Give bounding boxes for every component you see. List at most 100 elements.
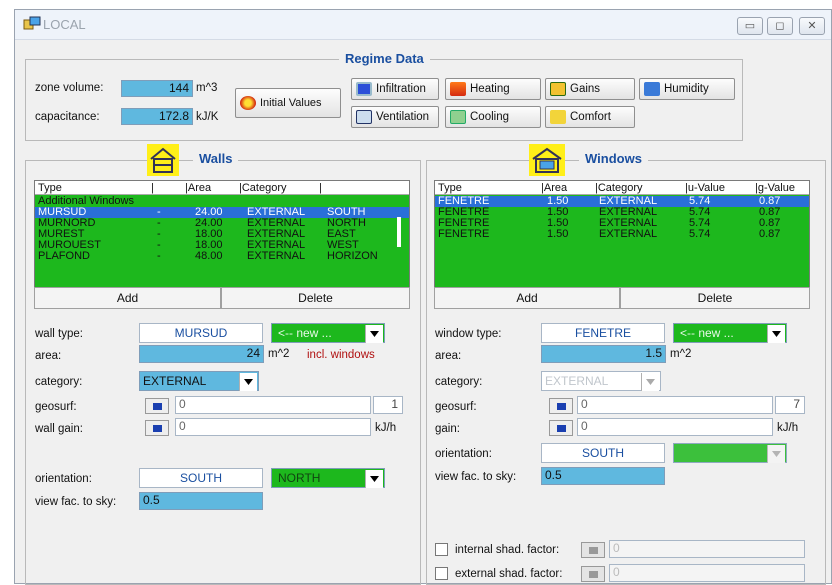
zone-volume-field[interactable]: 144	[121, 80, 193, 97]
window-type-select[interactable]: <-- new ...	[673, 323, 787, 343]
chevron-down-icon[interactable]	[767, 445, 785, 463]
wall-type-field[interactable]: MURSUD	[139, 323, 263, 343]
window-view-fac-label: view fac. to sky:	[435, 471, 517, 483]
ventilation-icon	[356, 110, 372, 124]
wall-gain-unit: kJ/h	[375, 422, 397, 434]
window-gain-label: gain:	[435, 423, 460, 435]
internal-shad-picker-icon[interactable]	[581, 542, 605, 558]
capacitance-unit: kJ/K	[196, 111, 219, 123]
chevron-down-icon[interactable]	[767, 325, 785, 343]
wall-area-field[interactable]: 24	[139, 345, 264, 363]
comfort-icon	[550, 110, 566, 124]
title-bar: LOCAL ▭ ◻ ✕	[15, 10, 831, 40]
initial-values-button[interactable]: Initial Values	[235, 88, 341, 118]
window-geosurf-picker-icon[interactable]	[549, 398, 573, 414]
external-shad-picker-icon[interactable]	[581, 566, 605, 582]
external-shad-label: external shad. factor:	[455, 568, 563, 580]
gains-icon	[550, 82, 566, 96]
regime-data-group	[25, 59, 743, 141]
list-item[interactable]: FENETRE 1.50 EXTERNAL 5.74 0.87	[435, 229, 809, 240]
walls-list-scrollbar[interactable]	[397, 217, 401, 247]
initial-values-icon	[240, 96, 256, 110]
window-area-unit: m^2	[670, 348, 692, 360]
wall-category-label: category:	[35, 376, 83, 388]
walls-title: Walls	[193, 151, 239, 166]
cooling-button[interactable]: Cooling	[445, 106, 541, 128]
internal-shad-checkbox[interactable]	[435, 543, 448, 556]
window-geosurf-field[interactable]: 0	[577, 396, 773, 414]
window-category-select[interactable]: EXTERNAL	[541, 371, 661, 391]
window-area-field[interactable]: 1.5	[541, 345, 666, 363]
cooling-icon	[450, 110, 466, 124]
wall-type-select[interactable]: <-- new ...	[271, 323, 385, 343]
walls-list[interactable]: Type | |Area |Category | Additional Wind…	[34, 180, 410, 288]
window-geosurf-label: geosurf:	[435, 401, 477, 413]
geosurf-picker-icon[interactable]	[145, 398, 169, 414]
windows-add-button[interactable]: Add	[434, 287, 620, 309]
gains-button[interactable]: Gains	[545, 78, 635, 100]
windows-house-icon	[529, 144, 565, 176]
zone-volume-label: zone volume:	[35, 82, 104, 94]
window-view-fac-field[interactable]: 0.5	[541, 467, 665, 485]
walls-house-icon	[147, 144, 179, 176]
chevron-down-icon[interactable]	[641, 373, 659, 391]
wall-gain-label: wall gain:	[35, 423, 83, 435]
window-gain-field[interactable]: 0	[577, 418, 773, 436]
window-orientation-label: orientation:	[435, 448, 492, 460]
windows-list[interactable]: Type |Area |Category |u-Value |g-Value F…	[434, 180, 810, 288]
wall-category-select[interactable]: EXTERNAL	[139, 371, 259, 391]
heating-button[interactable]: Heating	[445, 78, 541, 100]
wall-orientation-select[interactable]: NORTH	[271, 468, 385, 488]
window-gain-picker-icon[interactable]	[549, 420, 573, 436]
wall-view-fac-label: view fac. to sky:	[35, 496, 117, 508]
wall-view-fac-field[interactable]: 0.5	[139, 492, 263, 510]
regime-data-title: Regime Data	[339, 51, 430, 66]
walls-add-button[interactable]: Add	[34, 287, 221, 309]
maximize-button[interactable]: ◻	[767, 17, 793, 35]
window-orientation-field[interactable]: SOUTH	[541, 443, 665, 463]
close-button[interactable]: ✕	[799, 17, 825, 35]
windows-title: Windows	[579, 151, 648, 166]
external-shad-checkbox[interactable]	[435, 567, 448, 580]
app-icon	[23, 16, 41, 30]
window-gain-unit: kJ/h	[777, 422, 799, 434]
window-type-field[interactable]: FENETRE	[541, 323, 665, 343]
wall-orientation-field[interactable]: SOUTH	[139, 468, 263, 488]
wall-orientation-label: orientation:	[35, 473, 92, 485]
chevron-down-icon[interactable]	[365, 470, 383, 488]
wall-gain-field[interactable]: 0	[175, 418, 371, 436]
wall-area-label: area:	[35, 350, 62, 362]
external-shad-field[interactable]: 0	[609, 564, 805, 582]
comfort-button[interactable]: Comfort	[545, 106, 635, 128]
list-item[interactable]: PLAFOND -48.00 EXTERNAL HORIZON	[35, 251, 409, 262]
capacitance-field[interactable]: 172.8	[121, 108, 193, 125]
window-category-label: category:	[435, 376, 483, 388]
heating-icon	[450, 82, 466, 96]
wall-geosurf-label: geosurf:	[35, 401, 77, 413]
humidity-button[interactable]: Humidity	[639, 78, 735, 100]
internal-shad-label: internal shad. factor:	[455, 544, 560, 556]
minimize-button[interactable]: ▭	[737, 17, 763, 35]
chevron-down-icon[interactable]	[365, 325, 383, 343]
wall-geosurf-count: 1	[373, 396, 403, 414]
windows-delete-button[interactable]: Delete	[620, 287, 810, 309]
humidity-icon	[644, 82, 660, 96]
chevron-down-icon[interactable]	[239, 373, 257, 391]
wall-geosurf-field[interactable]: 0	[175, 396, 371, 414]
ventilation-button[interactable]: Ventilation	[351, 106, 439, 128]
capacitance-label: capacitance:	[35, 111, 100, 123]
wall-type-label: wall type:	[35, 328, 83, 340]
windows-list-header: Type |Area |Category |u-Value |g-Value	[435, 181, 809, 195]
zone-volume-unit: m^3	[196, 82, 218, 94]
window-title: LOCAL	[43, 17, 86, 32]
incl-windows-label: incl. windows	[307, 349, 375, 361]
walls-delete-button[interactable]: Delete	[221, 287, 410, 309]
local-window: LOCAL ▭ ◻ ✕ Regime Data zone volume: 144…	[14, 9, 832, 585]
window-geosurf-count: 7	[775, 396, 805, 414]
internal-shad-field[interactable]: 0	[609, 540, 805, 558]
wall-area-unit: m^2	[268, 348, 290, 360]
window-orientation-select[interactable]	[673, 443, 787, 463]
wall-gain-picker-icon[interactable]	[145, 420, 169, 436]
walls-list-header: Type | |Area |Category |	[35, 181, 409, 195]
infiltration-button[interactable]: Infiltration	[351, 78, 439, 100]
